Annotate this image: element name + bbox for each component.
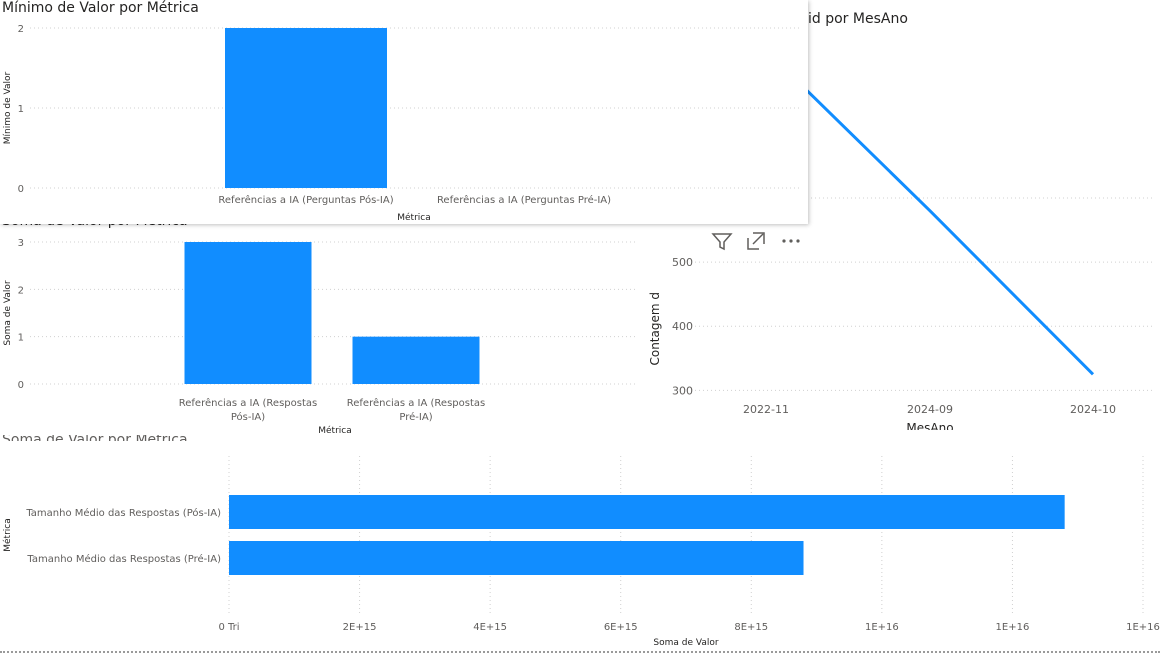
y-tick-label: 1 [18,104,24,115]
x-tick-label: 1E+16 [865,622,899,633]
x-tick-label: Referências a IA (Respostas [179,397,317,409]
bar-chart-2-visual[interactable]: Soma de Valor por Métrica 0123Soma de Va… [0,210,640,436]
y-axis-label: Mínimo de Valor [3,72,13,145]
y-axis-label: Soma de Valor [3,280,13,345]
bar [225,28,387,188]
y-tick-label: 300 [672,384,693,397]
x-tick-label: Pós-IA) [231,411,265,423]
chart-title: Mínimo de Valor por Métrica [2,0,199,16]
y-tick-label: 500 [672,256,693,269]
x-axis-label: Métrica [397,212,431,223]
y-axis-label: Métrica [2,518,13,552]
y-tick-label: Tamanho Médio das Respostas (Pré-IA) [26,553,221,565]
x-tick-label: 1E+16 [996,622,1030,633]
more-options-icon[interactable] [780,230,802,252]
y-tick-label: 3 [18,238,24,249]
y-tick-label: 0 [18,380,24,391]
x-tick-label: Referências a IA (Perguntas Pré-IA) [437,194,611,206]
bar-chart-1-visual[interactable]: Mínimo de Valor por Métrica 0 1 2 Mínimo de… [0,0,808,224]
bar [184,242,312,384]
bar-chart-1: 0 1 2 Mínimo de Valor Referências a IA (Perg… [3,24,800,223]
bar [352,336,480,384]
bar-chart-2: 0 1 2 3 Soma de Valor Referências a IA (Respo… [3,238,635,436]
x-tick-label: 6E+15 [604,622,638,633]
y-tick-label: 2 [18,24,24,35]
x-axis-label: MesAno [906,421,953,430]
x-tick-label: 2024-10 [1070,403,1116,416]
hbar-chart: 0 Tri 2E+15 4E+15 6E+15 8E+15 1E+16 1E+16 1E+16… [2,456,1160,648]
x-tick-label: 4E+15 [473,622,507,633]
y-tick-label: 0 [18,184,24,195]
line-chart-title-partial: id por MesAno [808,11,908,27]
x-tick-label: 2E+15 [343,622,377,633]
x-tick-label: 8E+15 [734,622,768,633]
y-tick-label: 2 [18,285,24,296]
x-tick-label: 1E+16 [1126,622,1160,633]
x-tick-label: 2024-09 [907,403,953,416]
bar [229,495,1065,529]
y-tick-label: 1 [18,333,24,344]
x-tick-label: 2022-11 [743,403,789,416]
filter-icon[interactable] [711,230,733,252]
x-tick-label: Referências a IA (Respostas [347,397,485,409]
y-axis-label: Contagem d [648,292,662,366]
page-bottom-border [0,651,1160,653]
x-tick-label: 0 Tri [218,622,239,633]
x-tick-label: Referências a IA (Perguntas Pós-IA) [218,194,393,206]
bar [229,541,804,575]
x-tick-label: Pré-IA) [399,411,432,423]
y-tick-label: Tamanho Médio das Respostas (Pós-IA) [25,507,221,519]
hbar-chart-visual[interactable]: Soma de Valor por Métrica 0 Tri 2E+15 4E+1… [0,430,1160,650]
y-tick-label: 400 [672,320,693,333]
focus-mode-icon[interactable] [745,230,767,252]
x-axis-label: Métrica [318,425,352,435]
x-axis-label: Soma de Valor [653,638,718,648]
